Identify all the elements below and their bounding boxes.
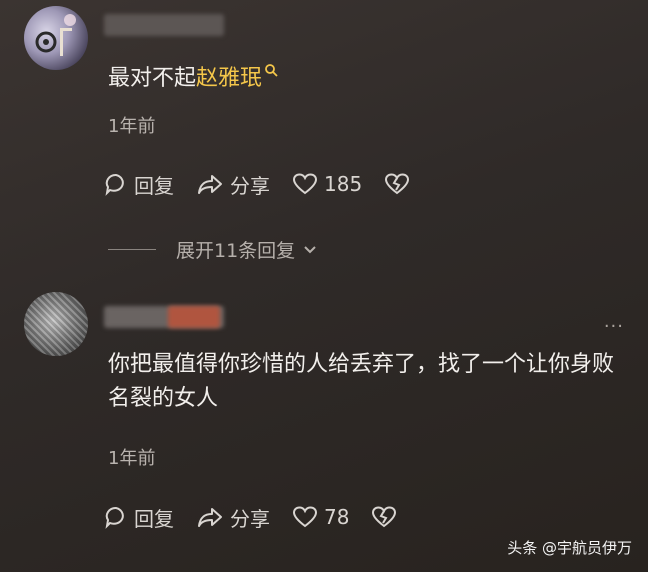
dislike-button[interactable] — [384, 172, 416, 196]
comment-text-prefix: 最对不起 — [108, 66, 197, 91]
broken-heart-icon — [372, 506, 397, 528]
like-button[interactable]: 185 — [292, 172, 362, 196]
share-button[interactable]: 分享 — [196, 503, 270, 532]
comment-time: 1年前 — [108, 448, 156, 469]
comment-actions: 回复 分享 185 — [104, 169, 438, 199]
comment-time: 1年前 — [108, 116, 156, 137]
share-icon — [198, 508, 222, 527]
broken-heart-icon — [385, 173, 410, 195]
avatar-image — [35, 14, 76, 56]
expand-replies[interactable]: 展开11条回复 — [108, 236, 319, 263]
heart-icon — [292, 506, 318, 528]
reply-button[interactable]: 回复 — [104, 170, 174, 199]
chevron-down-icon — [304, 245, 316, 253]
comment-actions: 回复 分享 78 — [104, 502, 425, 532]
like-count: 185 — [324, 172, 363, 196]
divider-line — [108, 249, 156, 250]
heart-icon — [292, 173, 318, 195]
more-options-button[interactable]: ··· — [604, 316, 624, 337]
share-button[interactable]: 分享 — [196, 170, 270, 199]
avatar[interactable] — [24, 6, 88, 70]
reply-label: 回复 — [134, 506, 174, 531]
mention-link[interactable]: 赵雅珉 — [196, 66, 262, 91]
avatar[interactable] — [24, 292, 88, 356]
reply-icon — [105, 173, 124, 196]
like-count: 78 — [324, 505, 350, 529]
reply-label: 回复 — [134, 173, 174, 198]
share-icon — [198, 175, 222, 194]
like-button[interactable]: 78 — [292, 505, 349, 529]
reply-icon — [105, 506, 124, 529]
username-blurred[interactable] — [104, 14, 224, 36]
dislike-button[interactable] — [371, 505, 403, 529]
expand-replies-label: 展开11条回复 — [176, 240, 296, 262]
watermark: 头条 @宇航员伊万 — [507, 539, 632, 557]
user-badge-blurred — [168, 306, 220, 328]
reply-button[interactable]: 回复 — [104, 503, 174, 532]
search-icon[interactable] — [264, 63, 278, 77]
comment-text: 你把最值得你珍惜的人给丢弃了，找了一个让你身败名裂的女人 — [108, 352, 615, 411]
comment-text: 最对不起赵雅珉 — [108, 62, 278, 96]
share-label: 分享 — [230, 506, 270, 531]
share-label: 分享 — [230, 173, 270, 198]
